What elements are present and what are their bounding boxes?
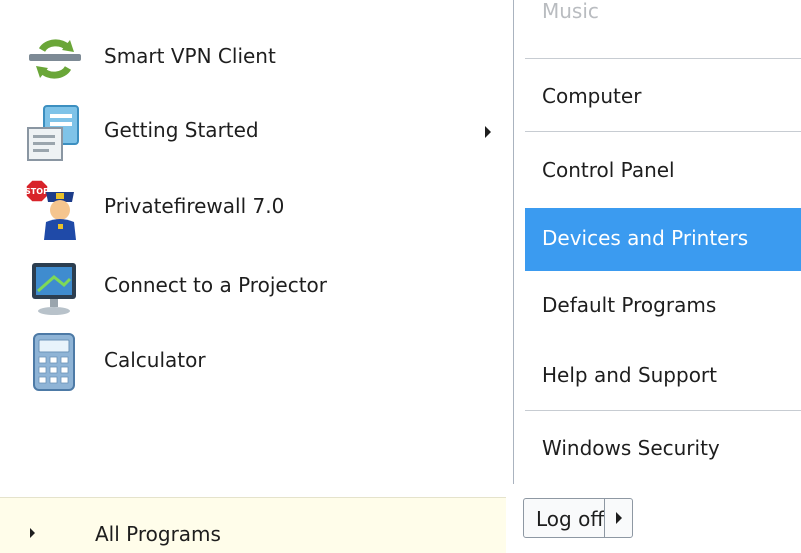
button-divider <box>604 499 605 537</box>
right-item-label: Control Panel <box>542 158 675 182</box>
right-item-help-and-support[interactable]: Help and Support <box>525 345 801 407</box>
getting-started-icon <box>27 105 79 161</box>
all-programs-button[interactable]: All Programs <box>0 497 506 553</box>
vpn-client-icon <box>29 39 81 79</box>
submenu-arrow-icon[interactable] <box>485 126 491 138</box>
program-label: Privatefirewall 7.0 <box>104 194 285 218</box>
separator <box>525 131 801 132</box>
program-connect-to-projector[interactable]: Connect to a Projector <box>18 257 508 323</box>
right-item-label: Help and Support <box>542 363 717 387</box>
logoff-options-arrow-icon[interactable] <box>616 512 622 524</box>
right-item-label: Windows Security <box>542 436 720 460</box>
separator <box>525 410 801 411</box>
right-item-default-programs[interactable]: Default Programs <box>525 275 801 337</box>
projector-icon <box>32 263 76 315</box>
calculator-icon <box>33 333 75 391</box>
all-programs-label: All Programs <box>95 522 221 546</box>
start-menu-programs-pane: Smart VPN Client Getting Started STOP Pr… <box>0 0 513 484</box>
program-label: Connect to a Projector <box>104 273 327 297</box>
right-item-label: Default Programs <box>542 293 717 317</box>
program-smart-vpn-client[interactable]: Smart VPN Client <box>18 28 508 94</box>
right-item-label: Computer <box>542 84 642 108</box>
program-label: Calculator <box>104 348 206 372</box>
right-item-label: Music <box>542 0 599 23</box>
start-menu-places-pane: Music Computer Control Panel Devices and… <box>513 0 801 484</box>
right-item-music[interactable]: Music <box>525 0 801 40</box>
svg-text:STOP: STOP <box>25 187 49 196</box>
separator <box>525 58 801 59</box>
logoff-button[interactable]: Log off <box>523 498 633 538</box>
right-item-windows-security[interactable]: Windows Security <box>525 418 801 480</box>
right-item-control-panel[interactable]: Control Panel <box>525 140 801 202</box>
program-label: Smart VPN Client <box>104 44 276 68</box>
program-privatefirewall[interactable]: STOP Privatefirewall 7.0 <box>18 178 508 244</box>
logoff-label: Log off <box>536 507 605 531</box>
shutdown-area: Log off <box>513 484 801 552</box>
firewall-police-icon: STOP <box>25 179 76 240</box>
right-item-devices-and-printers[interactable]: Devices and Printers <box>525 208 801 271</box>
right-arrow-icon <box>30 528 35 538</box>
program-getting-started[interactable]: Getting Started <box>18 102 508 168</box>
right-item-label: Devices and Printers <box>542 226 749 250</box>
right-item-computer[interactable]: Computer <box>525 66 801 128</box>
program-label: Getting Started <box>104 118 259 142</box>
program-calculator[interactable]: Calculator <box>18 332 508 398</box>
